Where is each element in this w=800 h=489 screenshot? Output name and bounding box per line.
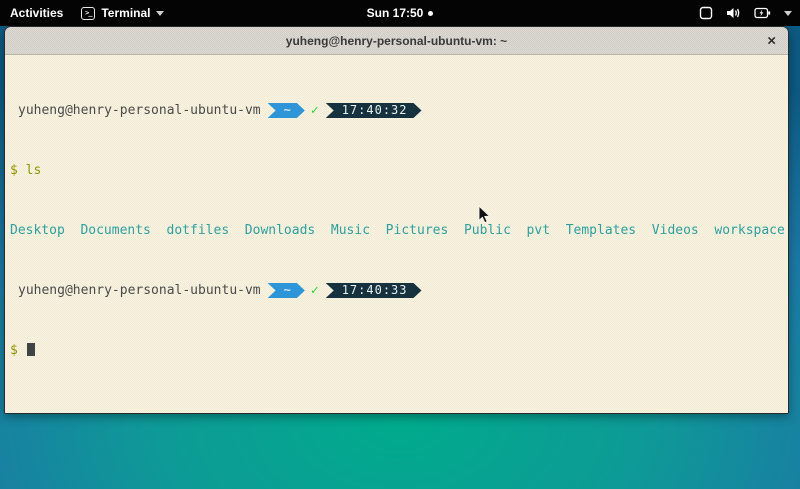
activities-button[interactable]: Activities — [10, 6, 63, 20]
ls-output-line: Desktop Documents dotfiles Downloads Mus… — [10, 223, 784, 238]
terminal-screen[interactable]: yuheng@henry-personal-ubuntu-vm ~ ✓ 17:4… — [5, 55, 788, 413]
terminal-input-line: $ — [10, 343, 784, 358]
terminal-window: yuheng@henry-personal-ubuntu-vm: ~ × yuh… — [4, 26, 789, 414]
notification-dot-icon — [428, 11, 433, 16]
app-menu-terminal[interactable]: >_ Terminal — [81, 6, 164, 20]
terminal-command-line: $ ls — [10, 163, 784, 178]
terminal-prompt-line: yuheng@henry-personal-ubuntu-vm ~ ✓ 17:4… — [10, 103, 784, 118]
check-icon: ✓ — [305, 103, 326, 118]
prompt-cwd-segment: ~ — [268, 283, 305, 298]
app-menu-label: Terminal — [101, 6, 150, 20]
typed-command: ls — [26, 163, 42, 178]
text-cursor — [27, 343, 35, 356]
terminal-prompt-line: yuheng@henry-personal-ubuntu-vm ~ ✓ 17:4… — [10, 283, 784, 298]
prompt-time-badge: 17:40:32 — [326, 103, 422, 118]
gnome-top-bar: Activities >_ Terminal Sun 17:50 — [0, 0, 800, 26]
prompt-dollar: $ — [10, 163, 18, 178]
battery-charging-icon — [754, 6, 771, 20]
clock[interactable]: Sun 17:50 — [367, 6, 424, 20]
system-status-area[interactable] — [699, 0, 792, 26]
volume-icon — [726, 6, 741, 20]
close-button[interactable]: × — [767, 33, 776, 48]
chevron-down-icon — [784, 11, 792, 16]
prompt-cwd-segment: ~ — [268, 103, 305, 118]
prompt-user-host: yuheng@henry-personal-ubuntu-vm — [18, 103, 261, 118]
prompt-user-host: yuheng@henry-personal-ubuntu-vm — [18, 283, 261, 298]
window-titlebar[interactable]: yuheng@henry-personal-ubuntu-vm: ~ × — [5, 27, 788, 55]
chevron-down-icon — [156, 11, 164, 16]
display-icon — [699, 6, 713, 20]
prompt-dollar: $ — [10, 343, 18, 358]
window-title: yuheng@henry-personal-ubuntu-vm: ~ — [286, 34, 507, 48]
prompt-time-badge: 17:40:33 — [326, 283, 422, 298]
check-icon: ✓ — [305, 283, 326, 298]
terminal-app-icon: >_ — [81, 7, 95, 20]
